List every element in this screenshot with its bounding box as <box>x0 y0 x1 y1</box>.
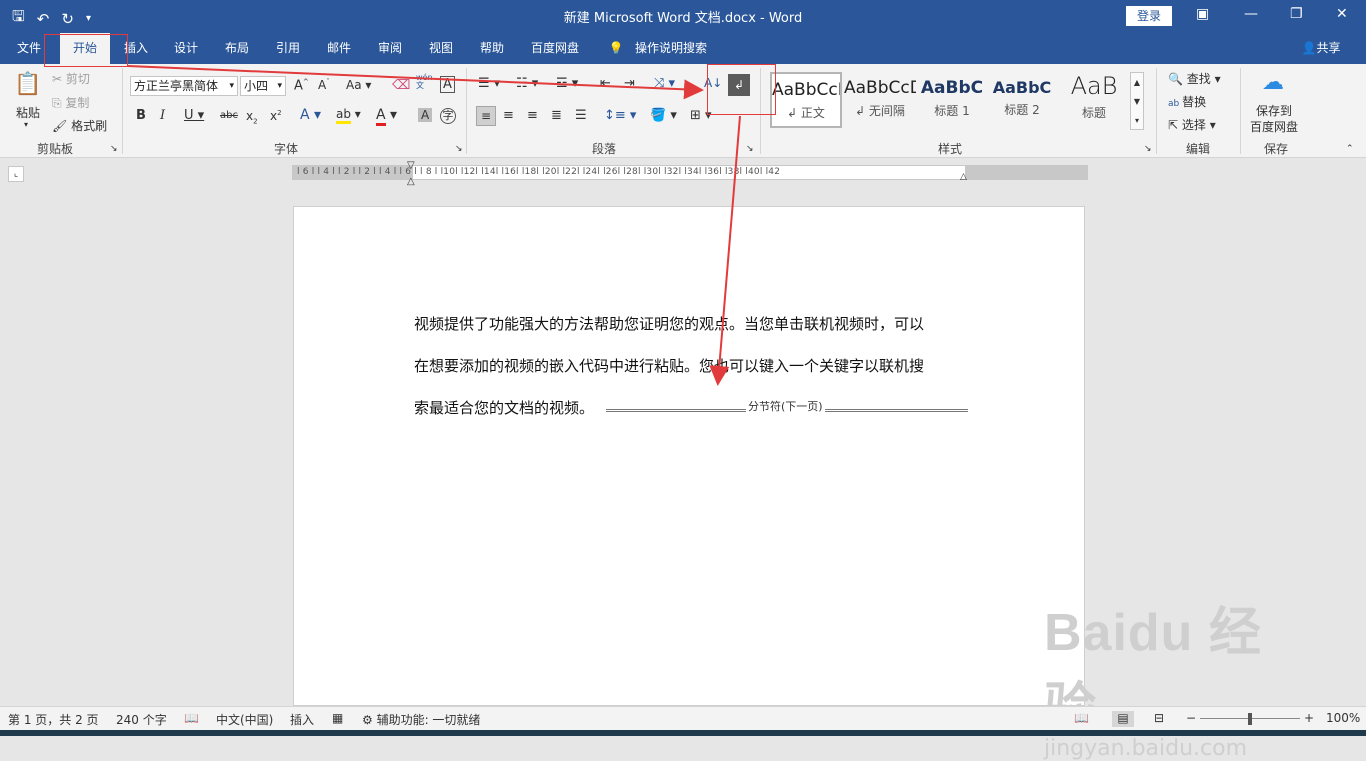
web-layout-icon[interactable]: ⊟ <box>1154 711 1164 725</box>
zoom-out-icon[interactable]: − <box>1186 711 1196 725</box>
annotation-arrows <box>127 65 741 386</box>
taskbar-strip <box>0 730 1366 736</box>
print-layout-icon[interactable]: ▤ <box>1112 711 1134 727</box>
status-bar: 第 1 页，共 2 页 240 个字 📖 中文(中国) 插入 ▦ ⚙ 辅助功能:… <box>0 706 1366 730</box>
language-indicator[interactable]: 中文(中国) <box>216 711 273 728</box>
read-mode-icon[interactable]: 📖 <box>1074 711 1089 725</box>
page-count[interactable]: 第 1 页，共 2 页 <box>8 711 99 728</box>
accessibility-icon: ⚙ <box>362 713 377 727</box>
accessibility-status[interactable]: ⚙ 辅助功能: 一切就绪 <box>362 711 480 728</box>
watermark-url: jingyan.baidu.com <box>1044 736 1248 761</box>
zoom-slider-thumb[interactable] <box>1248 713 1252 725</box>
word-count[interactable]: 240 个字 <box>116 711 167 728</box>
insert-mode[interactable]: 插入 <box>290 711 314 728</box>
accessibility-label: 辅助功能: 一切就绪 <box>376 713 481 727</box>
zoom-in-icon[interactable]: + <box>1304 711 1314 725</box>
proofing-icon[interactable]: 📖 <box>184 711 199 725</box>
macro-icon[interactable]: ▦ <box>332 711 343 725</box>
arrow-to-section-break <box>709 115 741 386</box>
zoom-level[interactable]: 100% <box>1326 711 1360 725</box>
arrow-to-show-marks <box>127 65 704 100</box>
